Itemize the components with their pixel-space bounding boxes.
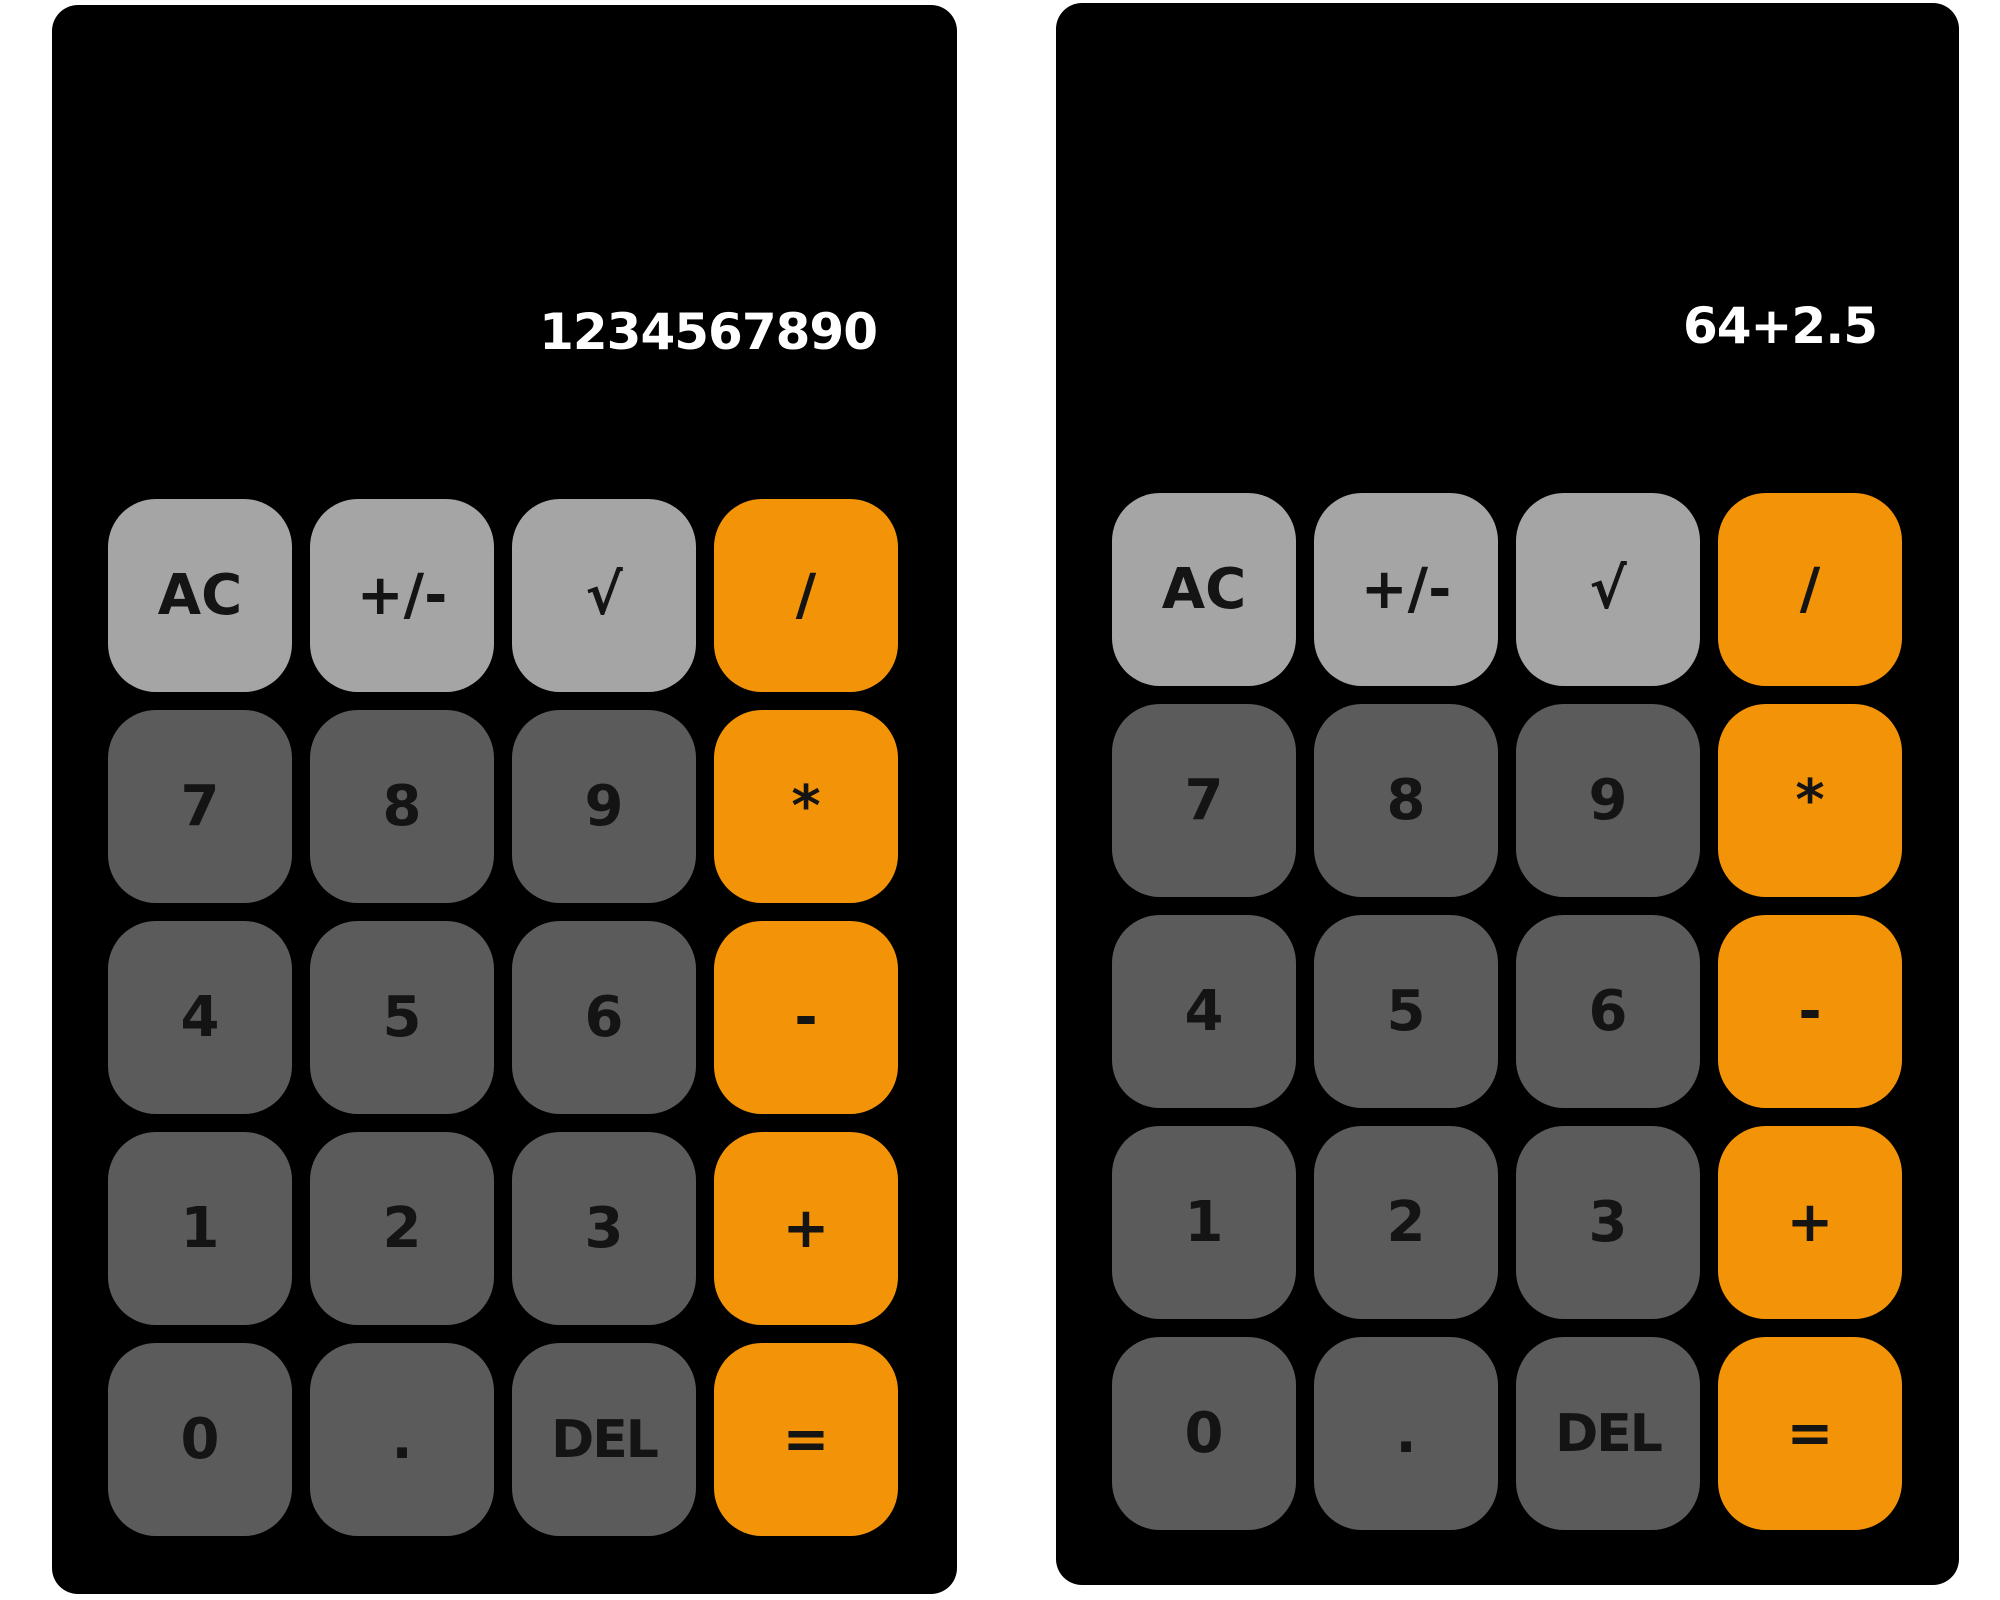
display-value: 64+2.5 <box>1682 297 1878 355</box>
digit-9-button[interactable]: 9 <box>512 710 696 903</box>
multiply-button[interactable]: * <box>714 710 898 903</box>
divide-button[interactable]: / <box>1718 493 1902 686</box>
divide-button[interactable]: / <box>714 499 898 692</box>
display-value: 1234567890 <box>539 303 878 361</box>
calculator-right: 64+2.5 AC +/- √ / 7 8 9 * 4 5 6 - 1 2 3 … <box>1056 3 1959 1585</box>
digit-1-button[interactable]: 1 <box>108 1132 292 1325</box>
add-button[interactable]: + <box>1718 1126 1902 1319</box>
equals-button[interactable]: = <box>1718 1337 1902 1530</box>
subtract-button[interactable]: - <box>714 921 898 1114</box>
keypad: AC +/- √ / 7 8 9 * 4 5 6 - 1 2 3 + 0 . D… <box>1112 493 1905 1530</box>
digit-7-button[interactable]: 7 <box>108 710 292 903</box>
digit-8-button[interactable]: 8 <box>310 710 494 903</box>
digit-7-button[interactable]: 7 <box>1112 704 1296 897</box>
display-panel: 1234567890 <box>52 5 957 485</box>
equals-button[interactable]: = <box>714 1343 898 1536</box>
digit-9-button[interactable]: 9 <box>1516 704 1700 897</box>
add-button[interactable]: + <box>714 1132 898 1325</box>
display-panel: 64+2.5 <box>1056 3 1959 483</box>
multiply-button[interactable]: * <box>1718 704 1902 897</box>
digit-3-button[interactable]: 3 <box>1516 1126 1700 1319</box>
square-root-button[interactable]: √ <box>1516 493 1700 686</box>
digit-1-button[interactable]: 1 <box>1112 1126 1296 1319</box>
digit-4-button[interactable]: 4 <box>108 921 292 1114</box>
digit-2-button[interactable]: 2 <box>1314 1126 1498 1319</box>
digit-5-button[interactable]: 5 <box>310 921 494 1114</box>
digit-8-button[interactable]: 8 <box>1314 704 1498 897</box>
toggle-sign-button[interactable]: +/- <box>1314 493 1498 686</box>
all-clear-button[interactable]: AC <box>108 499 292 692</box>
digit-5-button[interactable]: 5 <box>1314 915 1498 1108</box>
square-root-button[interactable]: √ <box>512 499 696 692</box>
calculator-left: 1234567890 AC +/- √ / 7 8 9 * 4 5 6 - 1 … <box>52 5 957 1594</box>
all-clear-button[interactable]: AC <box>1112 493 1296 686</box>
digit-2-button[interactable]: 2 <box>310 1132 494 1325</box>
digit-6-button[interactable]: 6 <box>512 921 696 1114</box>
digit-3-button[interactable]: 3 <box>512 1132 696 1325</box>
digit-6-button[interactable]: 6 <box>1516 915 1700 1108</box>
decimal-point-button[interactable]: . <box>310 1343 494 1536</box>
subtract-button[interactable]: - <box>1718 915 1902 1108</box>
delete-button[interactable]: DEL <box>512 1343 696 1536</box>
keypad: AC +/- √ / 7 8 9 * 4 5 6 - 1 2 3 + 0 . D… <box>108 499 901 1536</box>
delete-button[interactable]: DEL <box>1516 1337 1700 1530</box>
digit-0-button[interactable]: 0 <box>1112 1337 1296 1530</box>
digit-4-button[interactable]: 4 <box>1112 915 1296 1108</box>
toggle-sign-button[interactable]: +/- <box>310 499 494 692</box>
digit-0-button[interactable]: 0 <box>108 1343 292 1536</box>
decimal-point-button[interactable]: . <box>1314 1337 1498 1530</box>
